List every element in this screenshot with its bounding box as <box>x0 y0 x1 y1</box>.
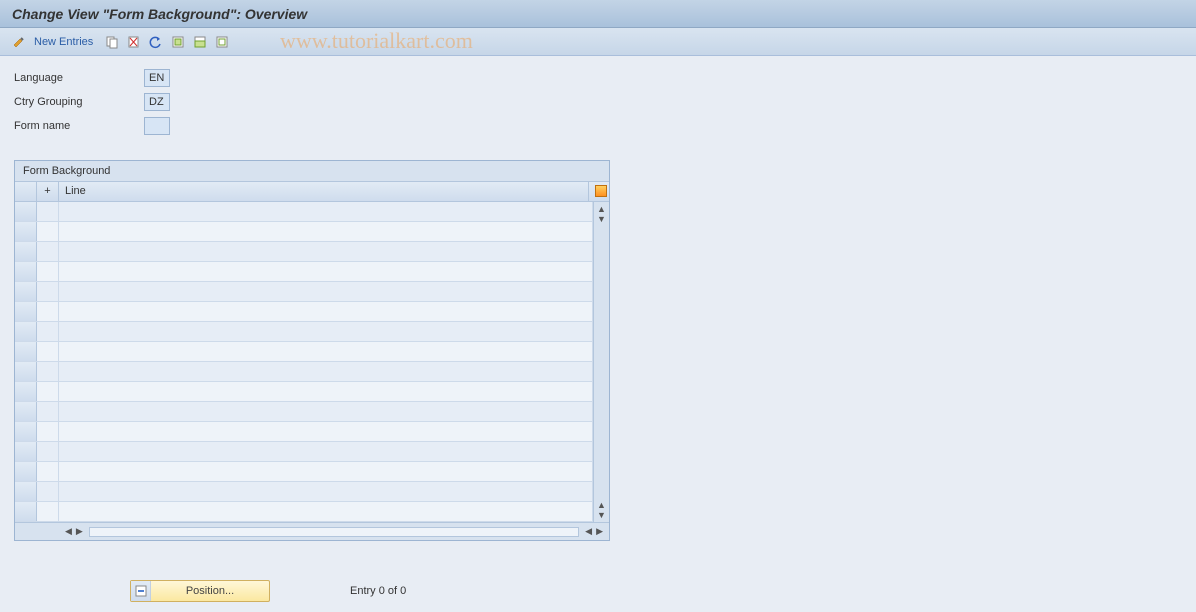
copy-as-icon[interactable] <box>103 33 121 51</box>
scroll-left-icon[interactable]: ◀ <box>583 526 594 537</box>
table-row[interactable] <box>15 202 593 222</box>
table-row[interactable] <box>15 422 593 442</box>
table-row[interactable] <box>15 462 593 482</box>
table-rows <box>15 202 593 522</box>
content-area: Language Ctry Grouping Form name Form Ba… <box>0 56 1196 553</box>
scroll-up-icon[interactable]: ▲ <box>597 204 606 214</box>
form-name-label: Form name <box>14 120 144 132</box>
hscroll-track[interactable] <box>89 527 579 537</box>
table-row[interactable] <box>15 222 593 242</box>
table-row[interactable] <box>15 302 593 322</box>
toggle-display-change-icon[interactable] <box>10 33 28 51</box>
scroll-down-icon[interactable]: ▼ <box>597 510 606 520</box>
footer-bar: Position... Entry 0 of 0 <box>0 580 1196 602</box>
application-toolbar: New Entries <box>0 28 1196 56</box>
select-all-icon[interactable] <box>169 33 187 51</box>
column-header-plus[interactable]: + <box>37 182 59 201</box>
table-row[interactable] <box>15 342 593 362</box>
scroll-right-icon[interactable]: ▶ <box>74 526 85 537</box>
ctry-grouping-input[interactable] <box>144 93 170 111</box>
column-header-selector[interactable] <box>15 182 37 201</box>
delete-icon[interactable] <box>125 33 143 51</box>
table-header-row: + Line <box>15 182 609 202</box>
select-block-icon[interactable] <box>191 33 209 51</box>
table-row[interactable] <box>15 322 593 342</box>
undo-icon[interactable] <box>147 33 165 51</box>
scroll-up-icon[interactable]: ▲ <box>597 500 606 510</box>
position-icon <box>131 581 151 601</box>
table-form-background: Form Background + Line <box>14 160 610 541</box>
position-button[interactable]: Position... <box>130 580 270 602</box>
table-row[interactable] <box>15 402 593 422</box>
table-row[interactable] <box>15 502 593 522</box>
scroll-left-icon[interactable]: ◀ <box>63 526 74 537</box>
new-entries-button[interactable]: New Entries <box>34 36 93 48</box>
scroll-right-icon[interactable]: ▶ <box>594 526 605 537</box>
position-label: Position... <box>151 585 269 597</box>
table-row[interactable] <box>15 282 593 302</box>
entry-counter: Entry 0 of 0 <box>350 585 406 597</box>
deselect-all-icon[interactable] <box>213 33 231 51</box>
table-row[interactable] <box>15 482 593 502</box>
horizontal-scrollbar[interactable]: ◀ ▶ ◀ ▶ <box>15 522 609 540</box>
title-bar: Change View "Form Background": Overview <box>0 0 1196 28</box>
column-header-line[interactable]: Line <box>59 182 589 201</box>
table-caption: Form Background <box>15 161 609 182</box>
page-title: Change View "Form Background": Overview <box>12 6 307 22</box>
form-name-input[interactable] <box>144 117 170 135</box>
table-row[interactable] <box>15 242 593 262</box>
form-header-fields: Language Ctry Grouping Form name <box>14 68 1182 136</box>
table-row[interactable] <box>15 362 593 382</box>
language-input[interactable] <box>144 69 170 87</box>
table-row[interactable] <box>15 442 593 462</box>
table-settings-icon <box>595 185 607 197</box>
table-row[interactable] <box>15 382 593 402</box>
ctry-grouping-label: Ctry Grouping <box>14 96 144 108</box>
scroll-down-icon[interactable]: ▼ <box>597 214 606 224</box>
vertical-scrollbar[interactable]: ▲ ▼ ▲ ▼ <box>593 202 609 522</box>
table-row[interactable] <box>15 262 593 282</box>
language-label: Language <box>14 72 144 84</box>
table-settings-button[interactable] <box>589 182 609 201</box>
